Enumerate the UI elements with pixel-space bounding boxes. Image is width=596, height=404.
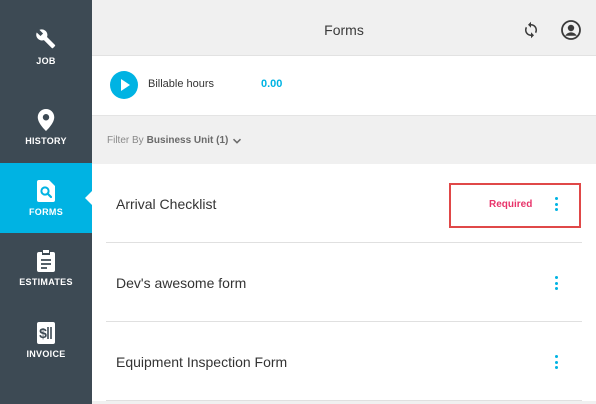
form-name: Equipment Inspection Form [116,354,288,370]
billable-hours-value: 0.00 [261,78,283,90]
sidebar-item-job[interactable]: JOB [0,12,92,82]
form-name: Dev's awesome form [116,275,247,291]
more-options-icon[interactable] [553,197,559,211]
sidebar-item-label: JOB [36,55,56,66]
invoice-dollar-icon: $ [35,321,57,344]
filter-prefix: Filter By [107,135,144,146]
sidebar-item-invoice[interactable]: $ INVOICE [0,305,92,375]
billable-hours-label: Billable hours [148,78,215,90]
sidebar-item-label: INVOICE [26,348,66,359]
svg-text:$: $ [39,325,47,341]
filter-value: Business Unit (1) [146,135,229,146]
list-item[interactable]: Equipment Inspection Form [106,322,582,401]
header: Forms [92,0,596,56]
list-item[interactable]: Dev's awesome form [106,243,582,322]
more-options-icon[interactable] [553,355,559,369]
form-name: Arrival Checklist [116,196,217,212]
location-pin-icon [35,108,57,131]
sync-icon[interactable] [522,21,540,39]
list-item[interactable]: Arrival Checklist Required [106,164,582,243]
filter-dropdown[interactable]: Filter By Business Unit (1) [107,135,242,146]
billable-hours-bar: Billable hours 0.00 [92,56,596,116]
page-title: Forms [324,22,364,38]
account-icon[interactable] [561,20,581,40]
sidebar-item-forms[interactable]: FORMS [0,163,92,233]
chevron-down-icon [233,138,242,144]
sidebar-item-estimates[interactable]: ESTIMATES [0,233,92,303]
required-badge: Required [489,199,533,210]
wrench-icon [35,28,57,51]
sidebar-item-history[interactable]: HISTORY [0,92,92,162]
sidebar-item-label: FORMS [29,206,63,217]
clipboard-icon [35,249,57,272]
play-button[interactable] [110,71,138,99]
sidebar-item-label: ESTIMATES [19,276,73,287]
more-options-icon[interactable] [553,276,559,290]
forms-list: Arrival Checklist Required Dev's awesome… [92,164,596,401]
form-search-icon [35,179,57,202]
sidebar: JOB HISTORY FORMS ESTIMATES $ INVOICE [0,0,92,404]
sidebar-item-label: HISTORY [25,135,67,146]
